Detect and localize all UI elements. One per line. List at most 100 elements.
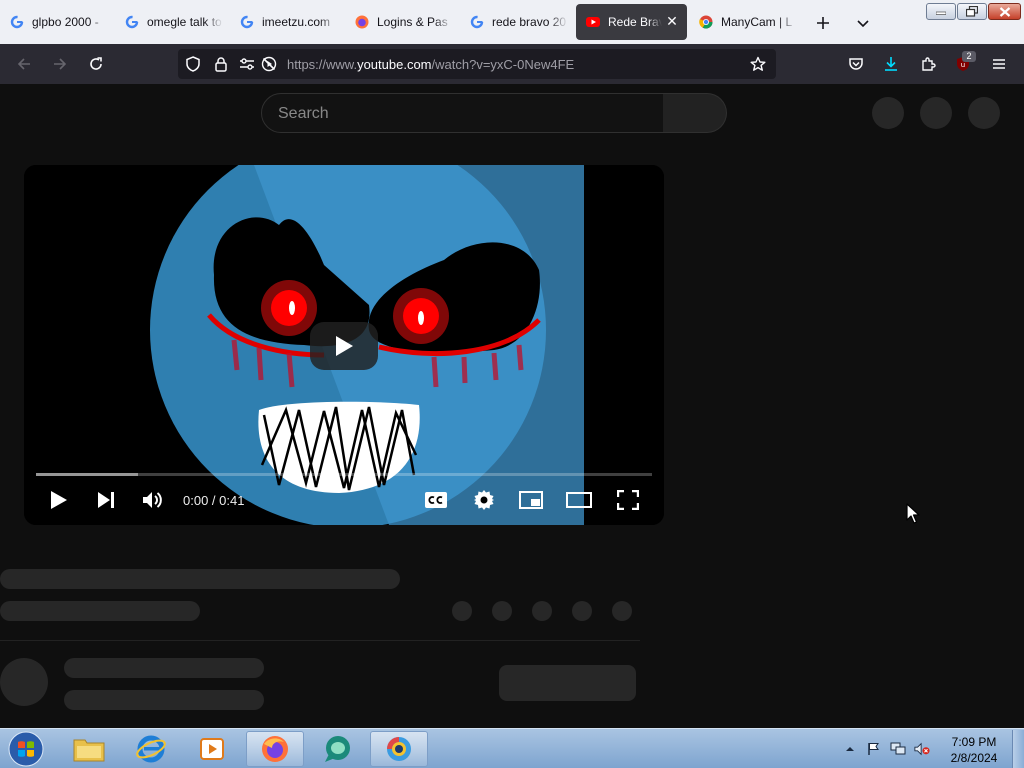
download-icon <box>885 57 897 71</box>
downloads-button[interactable] <box>880 53 902 75</box>
header-button-placeholder[interactable] <box>872 97 904 129</box>
tab-rede-bravo-youtube[interactable]: Rede Bravo ✕ <box>576 4 687 40</box>
reload-button[interactable] <box>85 53 107 75</box>
time-display: 0:00 / 0:41 <box>183 493 245 508</box>
closed-captions-icon <box>425 492 447 508</box>
forward-button[interactable] <box>49 53 71 75</box>
settings-button[interactable] <box>471 487 497 513</box>
miniplayer-button[interactable] <box>518 487 544 513</box>
pocket-icon <box>849 58 863 70</box>
buffered-bar <box>36 473 138 476</box>
system-clock[interactable]: 7:09 PM 2/8/2024 <box>934 734 1014 766</box>
tab-logins[interactable]: Logins & Pas <box>345 4 459 40</box>
search-input[interactable] <box>278 105 648 123</box>
taskbar-chat-app[interactable] <box>308 731 366 767</box>
tab-title: ManyCam | L <box>721 15 793 29</box>
theater-mode-icon <box>566 492 592 508</box>
url-text[interactable]: https://www.youtube.com/watch?v=yxC-0New… <box>287 57 574 72</box>
video-player[interactable]: 0:00 / 0:41 <box>24 165 664 525</box>
new-tab-button[interactable] <box>812 12 834 34</box>
title-skeleton <box>0 569 400 589</box>
action-skeleton <box>612 601 632 621</box>
show-desktop-button[interactable] <box>1012 730 1024 768</box>
taskbar-explorer[interactable] <box>60 731 118 767</box>
list-all-tabs-button[interactable] <box>852 12 874 34</box>
avatar-placeholder[interactable] <box>968 97 1000 129</box>
miniplayer-icon <box>519 491 543 509</box>
arrow-left-icon <box>17 58 30 70</box>
taskbar: 7:09 PM 2/8/2024 <box>0 728 1024 768</box>
play-icon <box>51 491 67 509</box>
skip-next-icon <box>98 492 114 508</box>
tab-title: Logins & Pas <box>377 15 448 29</box>
puzzle-icon <box>922 57 936 71</box>
subtitles-button[interactable] <box>423 487 449 513</box>
manycam-icon <box>387 737 411 761</box>
plus-icon <box>817 17 829 29</box>
minimize-icon <box>936 11 946 15</box>
lock-icon[interactable] <box>213 56 229 72</box>
restore-button[interactable] <box>957 3 987 20</box>
volume-icon <box>143 492 162 508</box>
close-window-button[interactable] <box>988 3 1021 20</box>
volume-muted-icon[interactable] <box>914 741 930 757</box>
header-button-placeholder[interactable] <box>920 97 952 129</box>
google-icon <box>10 15 24 29</box>
app-menu-button[interactable] <box>988 53 1010 75</box>
address-bar[interactable]: https://www.youtube.com/watch?v=yxC-0New… <box>178 49 776 79</box>
shield-icon[interactable] <box>185 56 201 72</box>
tab-title: rede bravo 20 <box>492 15 567 29</box>
large-play-button[interactable] <box>310 322 378 370</box>
tab-title: omegle talk to <box>147 15 222 29</box>
url-host: youtube.com <box>357 57 432 72</box>
action-skeleton <box>452 601 472 621</box>
action-center-icon[interactable] <box>866 741 882 757</box>
autoplay-blocked-icon[interactable] <box>261 56 277 72</box>
fullscreen-icon <box>617 490 639 510</box>
play-button[interactable] <box>46 487 72 513</box>
taskbar-internet-explorer[interactable] <box>122 731 180 767</box>
tab-imeetzu[interactable]: imeetzu.com <box>230 4 344 40</box>
tab-glpbo[interactable]: glpbo 2000 - <box>0 4 115 40</box>
progress-bar[interactable] <box>36 473 652 476</box>
minimize-button[interactable] <box>926 3 956 20</box>
taskbar-manycam[interactable] <box>370 731 428 767</box>
show-hidden-icons-button[interactable] <box>842 741 858 757</box>
channel-subs-skeleton <box>64 690 264 710</box>
tab-manycam[interactable]: ManyCam | L <box>689 4 803 40</box>
svg-text:u: u <box>961 61 965 69</box>
extensions-button[interactable] <box>917 53 939 75</box>
theater-mode-button[interactable] <box>566 487 592 513</box>
url-scheme: https://www. <box>287 57 358 72</box>
tab-omegle[interactable]: omegle talk to <box>115 4 229 40</box>
pocket-button[interactable] <box>845 53 867 75</box>
search-box <box>261 93 664 133</box>
taskbar-firefox[interactable] <box>246 731 304 767</box>
gear-icon <box>474 490 494 510</box>
divider <box>0 640 640 641</box>
channel-avatar-skeleton <box>0 658 48 706</box>
youtube-icon <box>586 15 600 29</box>
network-icon[interactable] <box>890 741 906 757</box>
clock-date: 2/8/2024 <box>950 751 998 765</box>
mute-button[interactable] <box>140 487 166 513</box>
subscribe-skeleton <box>499 665 636 701</box>
taskbar-media-player[interactable] <box>183 731 241 767</box>
windows-logo-icon <box>8 731 44 767</box>
fullscreen-button[interactable] <box>615 487 641 513</box>
media-player-icon <box>200 738 224 760</box>
tab-rede-bravo-search[interactable]: rede bravo 20 <box>460 4 574 40</box>
close-tab-icon[interactable]: ✕ <box>665 14 679 28</box>
channel-name-skeleton <box>64 658 264 678</box>
folder-icon <box>73 739 105 762</box>
permissions-icon[interactable] <box>239 56 255 72</box>
firefox-icon <box>355 15 369 29</box>
next-button[interactable] <box>93 487 119 513</box>
back-button[interactable] <box>13 53 35 75</box>
start-button[interactable] <box>6 730 46 768</box>
bookmark-star-icon[interactable] <box>750 56 766 72</box>
restore-icon <box>966 6 978 17</box>
google-icon <box>240 15 254 29</box>
google-icon <box>470 15 484 29</box>
search-button[interactable] <box>663 93 727 133</box>
